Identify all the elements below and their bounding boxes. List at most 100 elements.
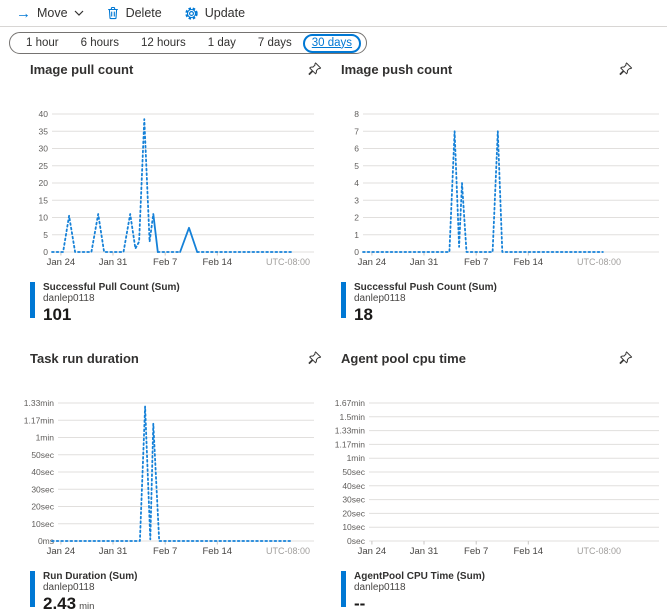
svg-text:40sec: 40sec	[342, 481, 365, 491]
svg-text:30: 30	[39, 144, 49, 154]
chart-legend: AgentPool CPU Time (Sum) danlep0118 --	[341, 571, 661, 616]
svg-text:7: 7	[354, 126, 359, 136]
svg-text:3: 3	[354, 195, 359, 205]
svg-text:10sec: 10sec	[342, 522, 365, 532]
svg-text:UTC-08:00: UTC-08:00	[266, 257, 310, 267]
legend-color-bar	[30, 282, 35, 318]
pushpin-icon	[308, 351, 322, 365]
legend-metric-name: Run Duration (Sum)	[43, 571, 138, 582]
metric-chart-card-task-run-duration: Task run duration 0ms 10sec 20sec 30sec 40se…	[24, 351, 350, 616]
pushpin-icon	[619, 62, 633, 76]
svg-text:6: 6	[354, 144, 359, 154]
svg-text:1.33min: 1.33min	[335, 426, 366, 436]
pin-chart-button[interactable]	[618, 62, 633, 80]
legend-resource-name: danlep0118	[43, 582, 95, 593]
metric-line-chart[interactable]: 0 1 2 3 4 5 6 7 8 Jan 24 Jan 31 Feb 7 Feb 14 UTC-08:0…	[341, 102, 661, 274]
svg-text:Jan 24: Jan 24	[47, 257, 76, 268]
svg-text:Jan 24: Jan 24	[358, 546, 387, 557]
pin-chart-button[interactable]	[618, 351, 633, 369]
legend-value: --	[354, 594, 366, 613]
legend-value: 18	[354, 305, 373, 324]
legend-value: 2.43 min	[43, 594, 95, 613]
legend-color-bar	[341, 282, 346, 318]
chart-title: Image pull count	[30, 62, 134, 77]
svg-text:30sec: 30sec	[31, 484, 54, 494]
time-range-option-1-day[interactable]: 1 day	[197, 34, 247, 53]
svg-text:1.17min: 1.17min	[335, 439, 366, 449]
legend-metric-name: Successful Pull Count (Sum)	[43, 282, 180, 293]
svg-text:50sec: 50sec	[31, 450, 54, 460]
pushpin-icon	[308, 62, 322, 76]
gear-icon	[185, 6, 198, 20]
toolbar: → Move Delete Update	[0, 0, 667, 27]
svg-text:Feb 14: Feb 14	[203, 546, 233, 557]
legend-metric-name: Successful Push Count (Sum)	[354, 282, 497, 293]
svg-text:10sec: 10sec	[31, 519, 54, 529]
svg-text:Feb 7: Feb 7	[464, 546, 488, 557]
legend-resource-name: danlep0118	[43, 293, 95, 304]
metric-line-chart[interactable]: 0 5 10 15 20 25 30 35 40 Jan 24 Jan 31 Feb 7 Feb 14 U…	[30, 102, 350, 274]
time-range-option-7-days[interactable]: 7 days	[247, 34, 303, 53]
svg-text:Jan 31: Jan 31	[99, 546, 128, 557]
svg-text:Feb 7: Feb 7	[464, 257, 488, 268]
svg-text:1: 1	[354, 230, 359, 240]
svg-text:UTC-08:00: UTC-08:00	[577, 546, 621, 556]
svg-text:UTC-08:00: UTC-08:00	[577, 257, 621, 267]
svg-text:0: 0	[354, 247, 359, 257]
svg-text:2: 2	[354, 213, 359, 223]
svg-text:35: 35	[39, 126, 49, 136]
chart-legend: Successful Pull Count (Sum) danlep0118 1…	[30, 282, 350, 327]
chevron-down-icon	[74, 10, 84, 16]
move-label: Move	[37, 6, 68, 20]
time-range-option-6-hours[interactable]: 6 hours	[70, 34, 130, 53]
svg-text:1min: 1min	[36, 433, 55, 443]
chart-legend: Successful Push Count (Sum) danlep0118 1…	[341, 282, 661, 327]
time-range-option-12-hours[interactable]: 12 hours	[130, 34, 197, 53]
legend-value: 101	[43, 305, 72, 324]
svg-text:20sec: 20sec	[31, 502, 54, 512]
svg-text:Jan 24: Jan 24	[47, 546, 76, 557]
svg-text:Jan 24: Jan 24	[358, 257, 387, 268]
svg-text:8: 8	[354, 109, 359, 119]
metric-line-chart[interactable]: 0ms10sec20sec30sec40sec50sec1min1.17min1…	[24, 391, 350, 563]
metric-chart-card-image-pull-count: Image pull count 0 5 10 15 20 25 30 35 40 Jan 24 J…	[30, 62, 350, 327]
move-button[interactable]: → Move	[16, 6, 84, 21]
svg-text:1.33min: 1.33min	[24, 398, 55, 408]
time-range-option-30-days[interactable]: 30 days	[302, 33, 362, 53]
pushpin-icon	[619, 351, 633, 365]
metric-line-chart[interactable]: 0sec 10sec 20sec 30sec 40sec 50sec 1min 1.17min…	[335, 391, 661, 563]
legend-resource-name: danlep0118	[354, 293, 406, 304]
chart-title: Task run duration	[30, 351, 139, 366]
svg-text:20sec: 20sec	[342, 508, 365, 518]
svg-text:30sec: 30sec	[342, 495, 365, 505]
svg-text:0: 0	[43, 247, 48, 257]
chart-title: Agent pool cpu time	[341, 351, 466, 366]
svg-text:1min: 1min	[347, 453, 366, 463]
svg-text:Jan 31: Jan 31	[99, 257, 128, 268]
delete-label: Delete	[125, 6, 162, 20]
svg-text:Jan 31: Jan 31	[410, 257, 439, 268]
svg-text:4: 4	[354, 178, 359, 188]
svg-text:1.17min: 1.17min	[24, 415, 55, 425]
svg-text:Feb 14: Feb 14	[514, 257, 544, 268]
delete-button[interactable]: Delete	[106, 6, 162, 20]
pin-chart-button[interactable]	[307, 62, 322, 80]
metric-chart-card-image-push-count: Image push count 0 1 2 3 4 5 6 7 8 Jan 24 Jan 31 Fe…	[341, 62, 661, 327]
svg-text:Feb 7: Feb 7	[153, 257, 177, 268]
pin-chart-button[interactable]	[307, 351, 322, 369]
svg-text:40: 40	[39, 109, 49, 119]
svg-text:5: 5	[354, 161, 359, 171]
svg-text:Feb 14: Feb 14	[514, 546, 544, 557]
charts-grid: Image pull count 0 5 10 15 20 25 30 35 40 Jan 24 J…	[0, 54, 667, 616]
svg-text:Feb 7: Feb 7	[153, 546, 177, 557]
legend-resource-name: danlep0118	[354, 582, 406, 593]
svg-text:1.67min: 1.67min	[335, 398, 366, 408]
svg-text:50sec: 50sec	[342, 467, 365, 477]
svg-text:15: 15	[39, 195, 49, 205]
svg-text:Jan 31: Jan 31	[410, 546, 439, 557]
legend-metric-name: AgentPool CPU Time (Sum)	[354, 571, 485, 582]
chart-legend: Run Duration (Sum) danlep0118 2.43 min	[30, 571, 350, 616]
update-button[interactable]: Update	[184, 6, 245, 21]
time-range-option-1-hour[interactable]: 1 hour	[15, 34, 70, 53]
trash-icon	[107, 6, 118, 20]
